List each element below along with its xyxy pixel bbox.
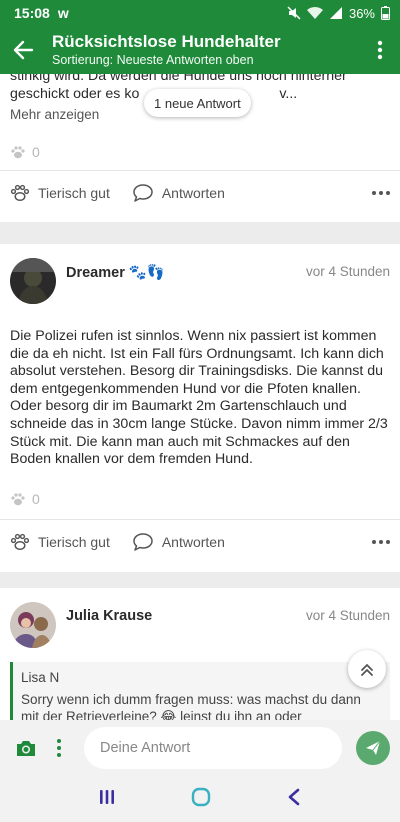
arrow-back-icon bbox=[13, 40, 34, 60]
like-count: 0 bbox=[0, 491, 400, 507]
send-icon bbox=[366, 740, 381, 755]
post-card: Julia Krause vor 4 Stunden Lisa N Sorry … bbox=[0, 588, 400, 720]
thread-content[interactable]: stinkig wird. Da werden die Hunde uns no… bbox=[0, 74, 400, 720]
paw-icon bbox=[10, 185, 30, 202]
avatar[interactable] bbox=[10, 602, 56, 648]
post-actions: Tierisch gut Antworten bbox=[0, 171, 400, 215]
wifi-icon bbox=[306, 6, 323, 20]
more-vert-icon bbox=[377, 40, 383, 60]
reply-button[interactable]: Antworten bbox=[132, 183, 225, 203]
post-header: Julia Krause vor 4 Stunden bbox=[0, 588, 400, 648]
post-author[interactable]: Julia Krause bbox=[66, 608, 152, 624]
home-button[interactable] bbox=[191, 787, 211, 812]
status-time: 15:08 bbox=[14, 5, 50, 21]
reply-options-button[interactable] bbox=[48, 739, 70, 757]
post-time: vor 4 Stunden bbox=[305, 264, 390, 279]
camera-button[interactable] bbox=[10, 738, 42, 758]
reply-bar: Deine Antwort bbox=[0, 720, 400, 776]
home-icon bbox=[191, 787, 211, 806]
double-chevron-up-icon bbox=[361, 664, 373, 676]
app-bar-titles: Rücksichtslose Hundehalter Sortierung: N… bbox=[46, 32, 360, 68]
recent-apps-button[interactable] bbox=[98, 788, 116, 811]
system-nav-bar bbox=[0, 776, 400, 822]
tierisch-gut-button[interactable]: Tierisch gut bbox=[10, 532, 110, 552]
battery-icon bbox=[381, 6, 390, 20]
battery-level: 36% bbox=[348, 5, 375, 21]
back-button[interactable] bbox=[0, 26, 46, 74]
send-button[interactable] bbox=[356, 731, 390, 765]
post-author[interactable]: Dreamer 🐾👣 bbox=[66, 264, 165, 282]
post-more-button[interactable] bbox=[372, 191, 390, 196]
notification-app-icon: w bbox=[57, 5, 69, 21]
chevron-left-icon bbox=[289, 788, 300, 805]
quoted-reply[interactable]: Lisa N Sorry wenn ich dumm fragen muss: … bbox=[10, 662, 390, 720]
post-time: vor 4 Stunden bbox=[305, 608, 390, 623]
app-bar: Rücksichtslose Hundehalter Sortierung: N… bbox=[0, 26, 400, 74]
overflow-menu-button[interactable] bbox=[360, 26, 400, 74]
new-replies-pill[interactable]: 1 neue Antwort bbox=[144, 89, 251, 117]
reply-button[interactable]: Antworten bbox=[132, 532, 225, 552]
post-card: Dreamer 🐾👣 vor 4 Stunden Die Polizei ruf… bbox=[0, 244, 400, 572]
like-count: 0 bbox=[0, 144, 400, 160]
comment-icon bbox=[133, 184, 153, 202]
paw-icon bbox=[11, 146, 25, 159]
quote-author: Lisa N bbox=[21, 670, 60, 685]
comment-icon bbox=[133, 533, 153, 551]
mute-icon bbox=[287, 6, 301, 20]
paw-icon bbox=[10, 533, 30, 550]
tierisch-gut-button[interactable]: Tierisch gut bbox=[10, 183, 110, 203]
paw-icon bbox=[11, 493, 25, 505]
status-icons: 36% bbox=[287, 6, 390, 21]
status-bar: 15:08 w 36% bbox=[0, 0, 400, 26]
avatar[interactable] bbox=[10, 258, 56, 304]
post-actions: Tierisch gut Antworten bbox=[0, 520, 400, 564]
page-title: Rücksichtslose Hundehalter bbox=[52, 32, 281, 51]
scroll-to-top-button[interactable] bbox=[348, 650, 386, 688]
post-text: Die Polizei rufen ist sinnlos. Wenn nix … bbox=[10, 328, 388, 468]
post-more-button[interactable] bbox=[372, 539, 390, 544]
post-header: Dreamer 🐾👣 vor 4 Stunden bbox=[0, 244, 400, 304]
quote-text: Sorry wenn ich dumm fragen muss: was mac… bbox=[21, 692, 361, 720]
sort-subtitle[interactable]: Sortierung: Neueste Antworten oben bbox=[52, 52, 360, 68]
recents-icon bbox=[99, 789, 114, 804]
reply-input[interactable]: Deine Antwort bbox=[84, 727, 342, 769]
signal-icon bbox=[329, 7, 342, 19]
camera-icon bbox=[17, 741, 35, 756]
back-nav-button[interactable] bbox=[286, 788, 302, 811]
